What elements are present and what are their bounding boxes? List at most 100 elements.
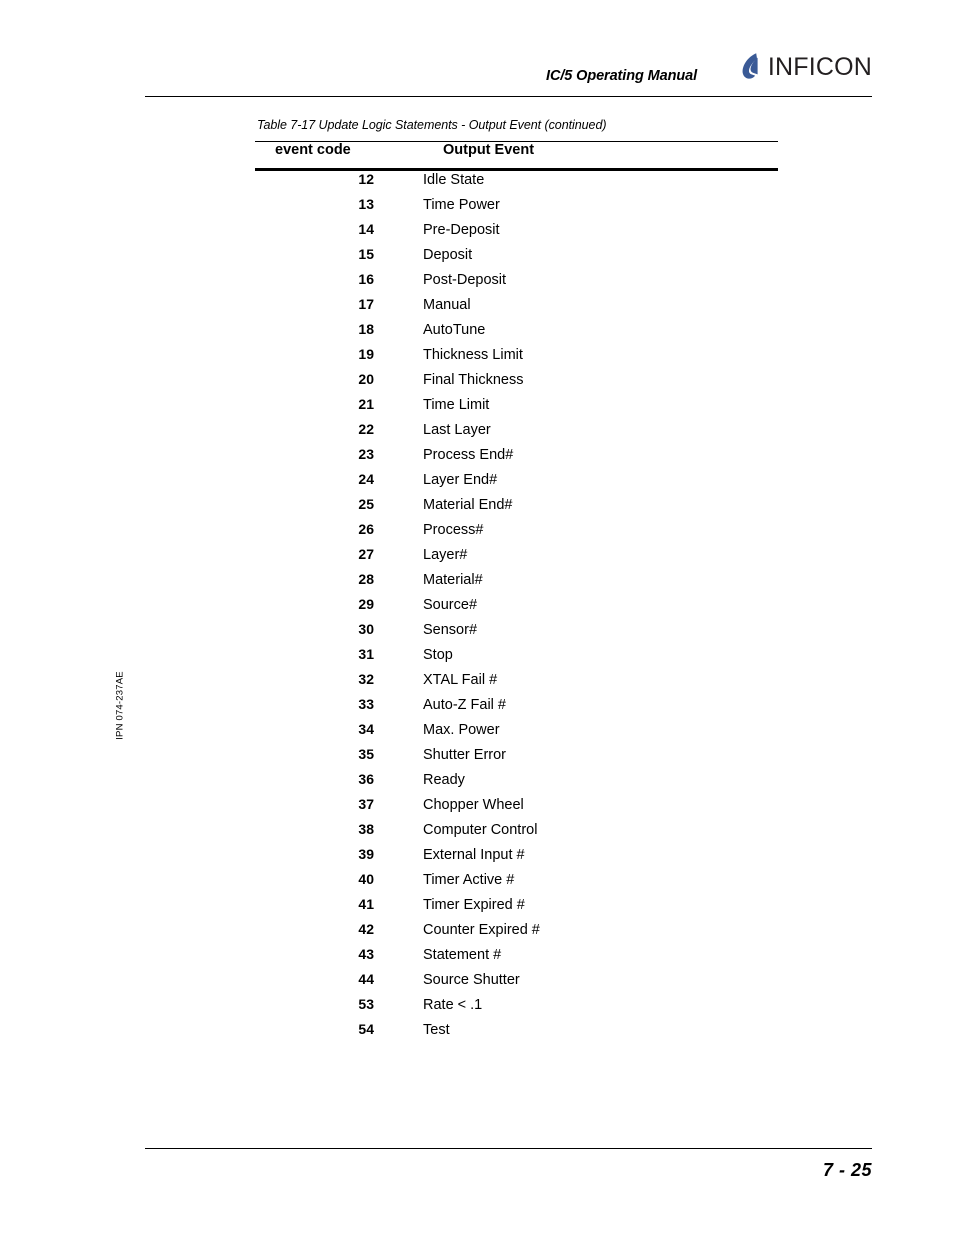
table-row: 41 Timer Expired # — [255, 896, 778, 921]
cell-output-event: Stop — [423, 647, 453, 663]
cell-output-event: Layer End# — [423, 472, 498, 488]
header-divider — [145, 96, 872, 97]
table-row: 42 Counter Expired # — [255, 921, 778, 946]
cell-event-code: 29 — [358, 596, 374, 612]
table-row: 22 Last Layer — [255, 421, 778, 446]
side-part-number: IPN 074-237AE — [114, 671, 126, 740]
table-row: 28 Material# — [255, 571, 778, 596]
cell-event-code: 26 — [358, 521, 374, 537]
cell-event-code: 15 — [358, 246, 374, 262]
cell-event-code: 41 — [358, 896, 374, 912]
cell-event-code: 34 — [358, 721, 374, 737]
cell-event-code: 42 — [358, 921, 374, 937]
cell-event-code: 21 — [358, 396, 374, 412]
table-row: 43 Statement # — [255, 946, 778, 971]
cell-event-code: 12 — [358, 171, 374, 187]
output-event-table-body: 12 Idle State 13 Time Power 14 Pre-Deposit 15 D… — [255, 171, 778, 1046]
inficon-logo: INFICON — [741, 50, 872, 84]
table-caption: Table 7-17 Update Logic Statements - Out… — [257, 118, 607, 132]
cell-output-event: Source# — [423, 597, 478, 613]
table-row: 26 Process# — [255, 521, 778, 546]
page-header: IC/5 Operating Manual INFICON — [145, 48, 872, 98]
table-row: 23 Process End# — [255, 446, 778, 471]
cell-output-event: Computer Control — [423, 822, 538, 838]
table-row: 44 Source Shutter — [255, 971, 778, 996]
cell-output-event: Timer Expired # — [423, 897, 525, 913]
cell-event-code: 54 — [358, 1021, 374, 1037]
cell-output-event: Auto-Z Fail # — [423, 697, 506, 713]
cell-event-code: 20 — [358, 371, 374, 387]
table-row: 38 Computer Control — [255, 821, 778, 846]
table-row: 15 Deposit — [255, 246, 778, 271]
table-row: 29 Source# — [255, 596, 778, 621]
cell-output-event: Test — [423, 1022, 450, 1038]
cell-event-code: 31 — [358, 646, 374, 662]
table-row: 19 Thickness Limit — [255, 346, 778, 371]
table-row: 34 Max. Power — [255, 721, 778, 746]
table-row: 33 Auto-Z Fail # — [255, 696, 778, 721]
cell-output-event: Layer# — [423, 547, 468, 563]
table-row: 31 Stop — [255, 646, 778, 671]
cell-event-code: 27 — [358, 546, 374, 562]
table-row: 27 Layer# — [255, 546, 778, 571]
cell-output-event: External Input # — [423, 847, 525, 863]
column-header-event-code: event code — [275, 142, 351, 158]
table-row: 16 Post-Deposit — [255, 271, 778, 296]
cell-output-event: Timer Active # — [423, 872, 515, 888]
table-body: 12 Idle State 13 Time Power 14 Pre-Deposit 15 D… — [255, 171, 778, 1046]
cell-output-event: Rate < .1 — [423, 997, 483, 1013]
cell-output-event: Max. Power — [423, 722, 500, 738]
cell-event-code: 39 — [358, 846, 374, 862]
table-row: 20 Final Thickness — [255, 371, 778, 396]
table-header-group: event code Output Event — [255, 142, 778, 168]
table-row: 17 Manual — [255, 296, 778, 321]
cell-output-event: Deposit — [423, 247, 473, 263]
cell-output-event: XTAL Fail # — [423, 672, 498, 688]
table-row: 37 Chopper Wheel — [255, 796, 778, 821]
cell-output-event: Post-Deposit — [423, 272, 507, 288]
cell-event-code: 25 — [358, 496, 374, 512]
cell-event-code: 18 — [358, 321, 374, 337]
cell-event-code: 43 — [358, 946, 374, 962]
cell-event-code: 36 — [358, 771, 374, 787]
cell-event-code: 38 — [358, 821, 374, 837]
cell-event-code: 32 — [358, 671, 374, 687]
table-row: 21 Time Limit — [255, 396, 778, 421]
cell-event-code: 17 — [358, 296, 374, 312]
output-event-table: event code Output Event — [255, 142, 778, 168]
cell-event-code: 33 — [358, 696, 374, 712]
table-row: 32 XTAL Fail # — [255, 671, 778, 696]
column-header-output-event: Output Event — [443, 142, 535, 158]
cell-event-code: 28 — [358, 571, 374, 587]
table-row: 18 AutoTune — [255, 321, 778, 346]
cell-output-event: Last Layer — [423, 422, 491, 438]
cell-output-event: Source Shutter — [423, 972, 520, 988]
cell-output-event: Material# — [423, 572, 483, 588]
table-row: 53 Rate < .1 — [255, 996, 778, 1021]
cell-output-event: Final Thickness — [423, 372, 524, 388]
cell-event-code: 22 — [358, 421, 374, 437]
table-row: 13 Time Power — [255, 196, 778, 221]
cell-output-event: Counter Expired # — [423, 922, 540, 938]
cell-event-code: 30 — [358, 621, 374, 637]
cell-event-code: 35 — [358, 746, 374, 762]
cell-output-event: Sensor# — [423, 622, 478, 638]
cell-event-code: 53 — [358, 996, 374, 1012]
table-header-row: event code Output Event — [255, 142, 778, 168]
cell-event-code: 24 — [358, 471, 374, 487]
cell-output-event: Idle State — [423, 172, 485, 188]
cell-event-code: 44 — [358, 971, 374, 987]
cell-event-code: 19 — [358, 346, 374, 362]
table-row: 54 Test — [255, 1021, 778, 1046]
cell-output-event: Pre-Deposit — [423, 222, 500, 238]
inficon-wordmark: INFICON — [767, 52, 872, 81]
table-row: 14 Pre-Deposit — [255, 221, 778, 246]
page-number: 7 - 25 — [822, 1160, 872, 1180]
cell-output-event: Statement # — [423, 947, 502, 963]
footer-divider — [145, 1148, 872, 1149]
table-row: 36 Ready — [255, 771, 778, 796]
cell-event-code: 37 — [358, 796, 374, 812]
cell-event-code: 16 — [358, 271, 374, 287]
table-row: 24 Layer End# — [255, 471, 778, 496]
cell-output-event: Thickness Limit — [423, 347, 523, 363]
